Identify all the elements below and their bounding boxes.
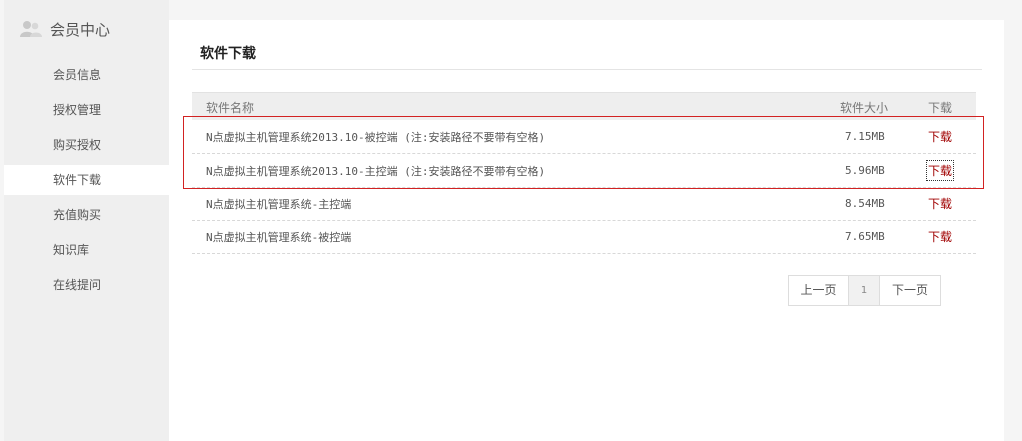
sidebar-item-member-info[interactable]: 会员信息 [4,60,169,90]
sidebar: 会员中心 会员信息 授权管理 购买授权 软件下载 充值购买 知识库 在线提问 [4,0,169,441]
sidebar-item-online-question[interactable]: 在线提问 [4,270,169,300]
sidebar-item-license-management[interactable]: 授权管理 [4,95,169,125]
download-link[interactable]: 下载 [928,195,952,212]
right-strip [1004,20,1022,441]
column-header-download: 下载 [928,101,953,115]
page-number-current[interactable]: 1 [849,276,880,305]
sidebar-title-text: 会员中心 [50,20,111,39]
main-panel: 软件下载 软件名称 软件大小 下载 N点虚拟主机管理系统2013.10-被控端 … [169,20,1004,441]
sidebar-item-buy-license[interactable]: 购买授权 [4,130,169,160]
top-strip [169,0,1022,20]
sidebar-title: 会员中心 [20,18,110,40]
table-row: N点虚拟主机管理系统-主控端 8.54MB 下载 [192,187,976,221]
prev-page-button[interactable]: 上一页 [789,276,849,305]
page-title: 软件下载 [200,46,256,62]
sidebar-item-recharge[interactable]: 充值购买 [4,200,169,230]
sidebar-item-software-download[interactable]: 软件下载 [4,165,169,195]
software-size: 7.65MB [845,230,885,243]
table-row: N点虚拟主机管理系统-被控端 7.65MB 下载 [192,220,976,254]
title-divider [192,69,982,70]
column-header-name: 软件名称 [206,101,255,115]
download-link[interactable]: 下载 [928,228,952,245]
software-size: 8.54MB [845,197,885,210]
next-page-button[interactable]: 下一页 [880,276,940,305]
software-name: N点虚拟主机管理系统-主控端 [206,198,352,211]
column-header-size: 软件大小 [840,101,889,115]
software-name: N点虚拟主机管理系统-被控端 [206,231,352,244]
sidebar-item-knowledge-base[interactable]: 知识库 [4,235,169,265]
pagination: 上一页 1 下一页 [788,275,941,306]
highlight-box [183,116,984,189]
user-group-icon [20,20,42,38]
